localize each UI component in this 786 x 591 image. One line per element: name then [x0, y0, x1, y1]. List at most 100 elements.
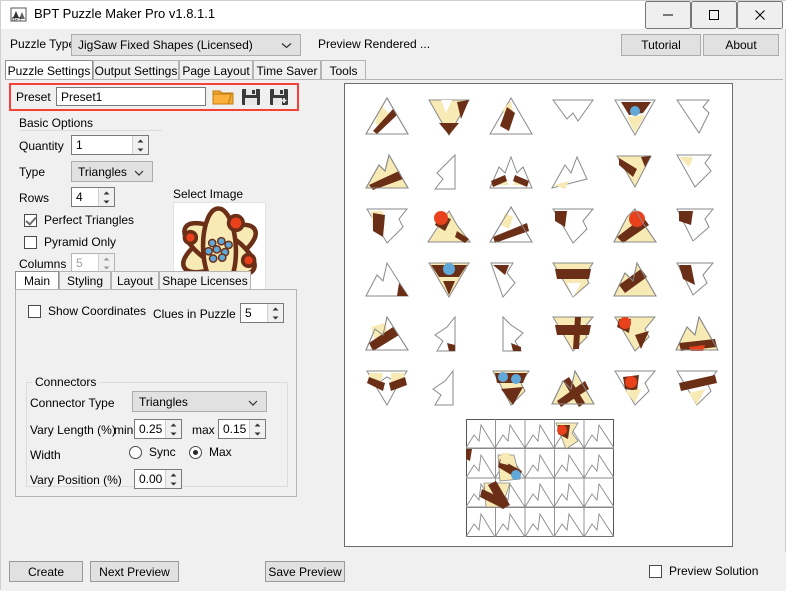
rows-label: Rows — [19, 191, 49, 205]
maximize-button[interactable] — [691, 1, 737, 29]
puzzle-piece — [359, 363, 415, 411]
inner-tab-strip: Main Styling Layout Shape Licenses — [15, 271, 297, 290]
vary-position-spin-buttons[interactable] — [165, 470, 181, 488]
next-preview-button[interactable]: Next Preview — [90, 561, 179, 582]
tab-tools[interactable]: Tools — [321, 60, 366, 80]
connector-type-value: Triangles — [133, 395, 188, 409]
puzzle-type-combo[interactable]: JigSaw Fixed Shapes (Licensed) — [71, 34, 301, 56]
tab-main[interactable]: Main — [15, 271, 59, 290]
close-button[interactable] — [737, 1, 783, 29]
puzzle-piece — [607, 255, 663, 303]
puzzle-piece — [359, 309, 415, 357]
checkbox-icon — [24, 214, 37, 227]
puzzle-piece — [483, 147, 539, 195]
puzzle-preview-panel[interactable] — [344, 83, 733, 547]
minimize-button[interactable] — [645, 1, 691, 29]
pyramid-only-checkbox[interactable]: Pyramid Only — [24, 235, 116, 249]
connectors-title: Connectors — [32, 375, 99, 389]
chevron-down-icon — [134, 165, 144, 179]
vary-length-label: Vary Length (%) — [30, 423, 116, 437]
spin-down-icon[interactable] — [166, 429, 181, 438]
save-preview-button[interactable]: Save Preview — [265, 561, 345, 582]
main-tab-strip: Puzzle Settings Output Settings Page Lay… — [5, 60, 783, 80]
spin-up-icon[interactable] — [133, 136, 148, 145]
clues-value: 5 — [241, 304, 267, 322]
type-combo[interactable]: Triangles — [71, 161, 153, 182]
spin-down-icon[interactable] — [133, 145, 148, 154]
puzzle-piece — [421, 309, 477, 357]
puzzle-piece — [669, 255, 725, 303]
rows-spin-buttons[interactable] — [98, 188, 114, 206]
spin-up-icon[interactable] — [99, 188, 114, 197]
spin-up-icon[interactable] — [166, 470, 181, 479]
tab-output-settings[interactable]: Output Settings — [93, 60, 179, 80]
preset-input[interactable]: Preset1 — [56, 87, 206, 106]
tab-shape-licenses[interactable]: Shape Licenses — [159, 271, 251, 290]
show-coordinates-checkbox[interactable]: Show Coordinates — [28, 304, 146, 318]
min-spin-buttons[interactable] — [165, 420, 181, 438]
rows-value: 4 — [72, 188, 98, 206]
tutorial-button[interactable]: Tutorial — [621, 34, 701, 56]
quantity-value: 1 — [72, 136, 132, 154]
min-label: min — [114, 423, 133, 437]
create-button[interactable]: Create — [9, 561, 83, 582]
puzzle-piece — [545, 93, 601, 141]
assembled-puzzle-preview — [466, 419, 614, 537]
spin-up-icon[interactable] — [166, 420, 181, 429]
open-folder-icon[interactable] — [211, 85, 235, 108]
quantity-stepper[interactable]: 1 — [71, 135, 149, 155]
vary-position-label: Vary Position (%) — [30, 473, 122, 487]
tab-time-saver[interactable]: Time Saver — [253, 60, 321, 80]
tab-puzzle-settings[interactable]: Puzzle Settings — [5, 60, 93, 80]
tab-styling[interactable]: Styling — [59, 271, 111, 290]
checkbox-icon — [24, 236, 37, 249]
tab-page-layout[interactable]: Page Layout — [179, 60, 253, 80]
clues-label: Clues in Puzzle — [153, 307, 236, 321]
render-status-text: Preview Rendered ... — [318, 37, 430, 51]
tab-layout[interactable]: Layout — [111, 271, 159, 290]
puzzle-piece — [421, 201, 477, 249]
spin-up-icon[interactable] — [250, 420, 265, 429]
basic-options-divider — [19, 130, 162, 131]
type-value: Triangles — [72, 165, 127, 179]
preview-solution-checkbox[interactable]: Preview Solution — [649, 564, 758, 578]
save-icon[interactable] — [239, 85, 263, 108]
quantity-label: Quantity — [19, 139, 64, 153]
puzzle-type-value: JigSaw Fixed Shapes (Licensed) — [72, 38, 253, 52]
save-as-icon[interactable] — [267, 85, 291, 108]
spin-up-icon — [99, 254, 114, 263]
puzzle-piece — [669, 93, 725, 141]
vary-position-stepper[interactable]: 0.00 — [134, 469, 182, 489]
window-title: BPT Puzzle Maker Pro v1.8.1.1 — [34, 6, 215, 21]
basic-options-title: Basic Options — [19, 116, 93, 130]
puzzle-piece — [545, 201, 601, 249]
spin-up-icon[interactable] — [268, 304, 283, 313]
puzzle-piece — [483, 93, 539, 141]
chevron-down-icon — [248, 395, 258, 409]
puzzle-piece — [483, 255, 539, 303]
puzzle-piece — [359, 255, 415, 303]
vary-length-min-stepper[interactable]: 0.25 — [134, 419, 182, 439]
clues-stepper[interactable]: 5 — [240, 303, 284, 323]
spin-down-icon[interactable] — [268, 313, 283, 322]
about-button[interactable]: About — [703, 34, 779, 56]
perfect-triangles-checkbox[interactable]: Perfect Triangles — [24, 213, 134, 227]
spin-down-icon[interactable] — [166, 479, 181, 488]
spin-down-icon[interactable] — [99, 197, 114, 206]
vary-length-max-stepper[interactable]: 0.15 — [218, 419, 266, 439]
puzzle-piece — [545, 255, 601, 303]
max-label: max — [192, 423, 215, 437]
preset-label: Preset — [16, 90, 51, 104]
connector-type-combo[interactable]: Triangles — [132, 391, 267, 412]
radio-icon — [129, 446, 142, 459]
puzzle-piece — [421, 147, 477, 195]
width-sync-radio[interactable]: Sync — [129, 445, 176, 459]
max-spin-buttons[interactable] — [249, 420, 265, 438]
width-max-radio[interactable]: Max — [189, 445, 232, 459]
puzzle-piece — [421, 363, 477, 411]
spin-down-icon[interactable] — [250, 429, 265, 438]
clues-spin-buttons[interactable] — [267, 304, 283, 322]
chevron-down-icon — [281, 38, 292, 52]
quantity-spin-buttons[interactable] — [132, 136, 148, 154]
rows-stepper[interactable]: 4 — [71, 187, 115, 207]
